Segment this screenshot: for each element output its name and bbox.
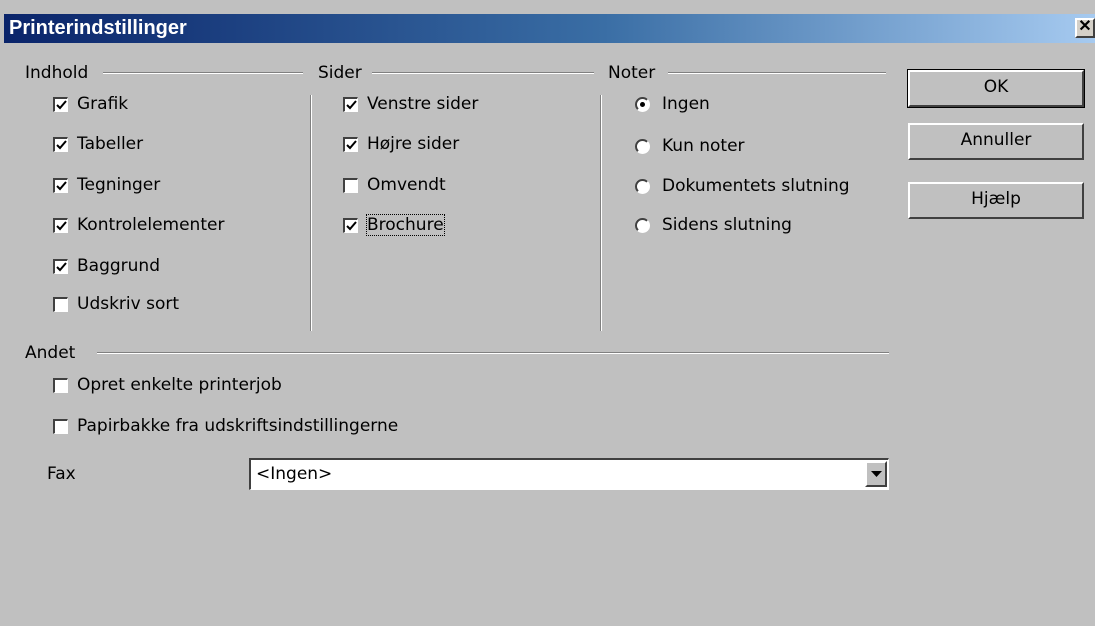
andet-group-label: Andet — [25, 343, 76, 363]
tegninger-checkbox-box[interactable] — [53, 177, 68, 193]
baggrund-label: Baggrund — [77, 256, 160, 276]
ok-button[interactable]: OK — [907, 69, 1085, 108]
venstre-sider-checkbox-box[interactable] — [343, 96, 358, 112]
papirbakke-label: Papirbakke fra udskriftsindstillingerne — [77, 416, 399, 436]
brochure-label: Brochure — [366, 214, 445, 236]
fax-select-value: <Ingen> — [256, 464, 333, 484]
checkbox-tabeller[interactable]: Tabeller — [53, 132, 143, 156]
grafik-label: Grafik — [77, 94, 129, 114]
divider-sider-noter — [600, 95, 602, 331]
checkbox-tegninger[interactable]: Tegninger — [53, 173, 160, 197]
tabeller-checkbox-box[interactable] — [53, 136, 68, 152]
check-icon — [56, 99, 67, 109]
hojre-sider-checkbox-box[interactable] — [343, 136, 358, 152]
checkbox-venstre-sider[interactable]: Venstre sider — [343, 92, 478, 116]
radio-kun-noter[interactable]: Kun noter — [635, 134, 745, 158]
check-icon — [56, 139, 67, 149]
omvendt-checkbox-box[interactable] — [343, 177, 358, 193]
divider-indhold-sider — [310, 95, 312, 331]
radio-sidens-slutning[interactable]: Sidens slutning — [635, 213, 792, 237]
ingen-label: Ingen — [662, 94, 710, 114]
checkbox-baggrund[interactable]: Baggrund — [53, 254, 160, 278]
kun-noter-label: Kun noter — [662, 136, 745, 156]
andet-group-divider — [97, 352, 889, 354]
papirbakke-checkbox-box[interactable] — [53, 418, 68, 434]
dokumentets-slutning-radio-button[interactable] — [635, 178, 650, 194]
check-icon — [346, 99, 357, 109]
tegninger-label: Tegninger — [77, 175, 161, 195]
venstre-sider-label: Venstre sider — [367, 94, 479, 114]
sider-group-label: Sider — [318, 63, 362, 83]
fax-dropdown-button[interactable] — [865, 461, 887, 487]
radio-dokumentets-slutning[interactable]: Dokumentets slutning — [635, 174, 850, 198]
fax-select[interactable]: <Ingen> — [249, 458, 889, 490]
sidens-slutning-radio-button[interactable] — [635, 217, 650, 233]
printer-settings-dialog: Printerindstillinger ✕ Indhold Grafik Ta… — [0, 0, 1095, 626]
sider-group-divider — [372, 72, 594, 74]
cancel-button[interactable]: Annuller — [908, 123, 1084, 160]
help-button[interactable]: Hjælp — [908, 182, 1084, 219]
check-icon — [346, 220, 357, 230]
check-icon — [56, 180, 67, 190]
checkbox-papirbakke[interactable]: Papirbakke fra udskriftsindstillingerne — [53, 414, 398, 438]
kun-noter-radio-button[interactable] — [635, 138, 650, 154]
checkbox-udskriv-sort[interactable]: Udskriv sort — [53, 292, 179, 316]
opret-enkelte-printerjob-label: Opret enkelte printerjob — [77, 375, 282, 395]
opret-enkelte-printerjob-checkbox-box[interactable] — [53, 377, 68, 393]
tabeller-label: Tabeller — [77, 134, 144, 154]
radio-selected-dot-icon — [640, 101, 645, 107]
check-icon — [56, 220, 67, 230]
baggrund-checkbox-box[interactable] — [53, 258, 68, 274]
dokumentets-slutning-label: Dokumentets slutning — [662, 176, 850, 196]
checkbox-omvendt[interactable]: Omvendt — [343, 173, 446, 197]
indhold-group-divider — [103, 72, 303, 74]
checkbox-hojre-sider[interactable]: Højre sider — [343, 132, 459, 156]
grafik-checkbox-box[interactable] — [53, 96, 68, 112]
kontrolelementer-checkbox-box[interactable] — [53, 217, 68, 233]
close-icon: ✕ — [1078, 18, 1092, 35]
chevron-down-icon — [871, 471, 882, 477]
noter-group-divider — [668, 72, 886, 74]
kontrolelementer-label: Kontrolelementer — [77, 215, 225, 235]
noter-group-label: Noter — [608, 63, 656, 83]
checkbox-opret-enkelte-printerjob[interactable]: Opret enkelte printerjob — [53, 373, 282, 397]
ingen-radio-button[interactable] — [635, 96, 650, 112]
check-icon — [56, 261, 67, 271]
indhold-group-label: Indhold — [25, 63, 89, 83]
close-button[interactable]: ✕ — [1075, 18, 1095, 38]
fax-label: Fax — [47, 464, 76, 484]
hojre-sider-label: Højre sider — [367, 134, 460, 154]
udskriv-sort-checkbox-box[interactable] — [53, 296, 68, 312]
window-title: Printerindstillinger — [9, 17, 187, 39]
checkbox-grafik[interactable]: Grafik — [53, 92, 128, 116]
title-bar[interactable]: Printerindstillinger ✕ — [4, 14, 1095, 43]
omvendt-label: Omvendt — [367, 175, 446, 195]
checkbox-brochure[interactable]: Brochure — [343, 213, 445, 237]
checkbox-kontrolelementer[interactable]: Kontrolelementer — [53, 213, 224, 237]
sidens-slutning-label: Sidens slutning — [662, 215, 792, 235]
udskriv-sort-label: Udskriv sort — [77, 294, 180, 314]
radio-ingen[interactable]: Ingen — [635, 92, 710, 116]
check-icon — [346, 139, 357, 149]
brochure-checkbox-box[interactable] — [343, 217, 358, 233]
